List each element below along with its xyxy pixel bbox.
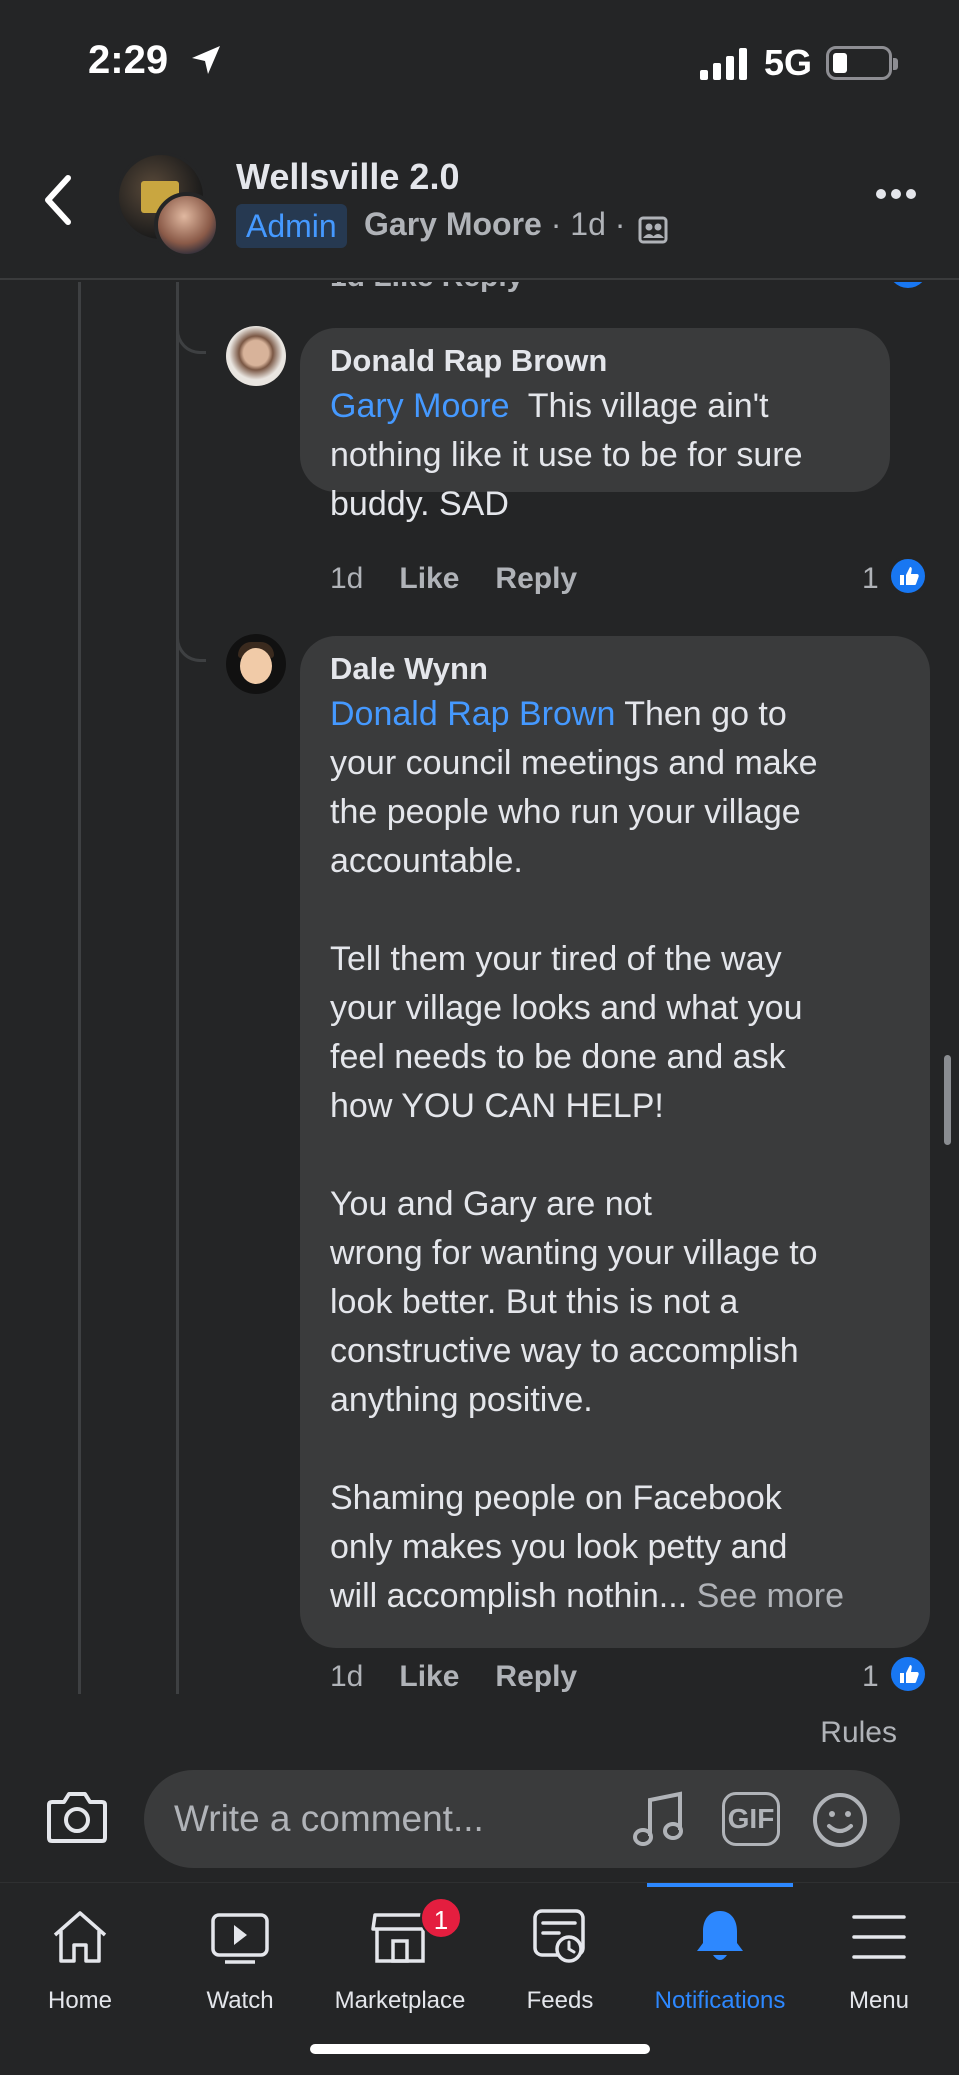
emoji-icon[interactable] — [812, 1792, 868, 1848]
previous-comment-actions: 1d Like Reply — [330, 282, 523, 294]
nav-label: Feeds — [526, 1987, 594, 2014]
more-options-icon[interactable] — [876, 186, 926, 212]
see-more-link[interactable]: See more — [697, 1577, 844, 1615]
nav-label: Notifications — [654, 1987, 786, 2014]
comment-bubble: Donald Rap Brown Gary Moore This village… — [300, 328, 890, 523]
home-icon — [53, 1911, 107, 1963]
rules-link[interactable]: Rules — [820, 1716, 897, 1750]
avatar[interactable] — [226, 634, 286, 694]
comment-time: 1d — [330, 1660, 364, 1693]
music-note-icon[interactable] — [632, 1790, 686, 1848]
nav-notifications[interactable]: Notifications — [640, 1883, 800, 2014]
post-header: Wellsville 2.0 Admin Gary Moore · 1d · — [0, 120, 959, 280]
battery-icon — [826, 46, 898, 80]
nav-menu[interactable]: Menu — [799, 1883, 959, 2014]
back-chevron-icon[interactable] — [36, 170, 80, 230]
nav-watch[interactable]: Watch — [160, 1883, 320, 2014]
previous-like-icon — [888, 282, 928, 288]
group-members-icon — [638, 216, 668, 244]
comment-mention[interactable]: Donald Rap Brown — [330, 695, 615, 733]
nav-label: Menu — [848, 1987, 910, 2014]
home-indicator — [310, 2044, 650, 2054]
like-reaction-icon[interactable] — [888, 556, 928, 596]
avatar[interactable] — [226, 326, 286, 386]
comment-author[interactable]: Dale Wynn — [330, 648, 900, 690]
like-reaction-icon[interactable] — [888, 1654, 928, 1694]
comment-actions: 1d Like Reply — [330, 1660, 613, 1694]
post-time: · 1d · — [541, 206, 626, 242]
nav-label: Watch — [206, 1987, 274, 2014]
thread-line — [78, 282, 81, 1694]
scrollbar[interactable] — [944, 1055, 951, 1145]
feeds-icon — [533, 1909, 585, 1963]
nav-label: Home — [47, 1987, 113, 2014]
comment-thread: 1d Like Reply Donald Rap Brown Gary Moor… — [0, 282, 959, 1694]
comment-body: Then go to your council meetings and mak… — [330, 695, 818, 1615]
post-meta: Gary Moore · 1d · — [364, 206, 625, 243]
status-time: 2:29 — [88, 38, 169, 82]
comment-actions: 1d Like Reply — [330, 562, 613, 596]
bell-icon — [697, 1911, 743, 1960]
network-type: 5G — [764, 42, 813, 83]
menu-icon — [852, 1915, 906, 1959]
post-author[interactable]: Gary Moore — [364, 206, 542, 242]
comment-bubble: Dale Wynn Donald Rap Brown Then go to yo… — [300, 636, 930, 1648]
like-button[interactable]: Like — [399, 562, 459, 595]
reply-connector — [176, 572, 206, 662]
reply-connector — [176, 282, 206, 354]
like-count: 1 — [862, 562, 879, 595]
nav-label: Marketplace — [334, 1987, 466, 2014]
author-avatar — [154, 192, 220, 258]
nav-home[interactable]: Home — [0, 1883, 160, 2014]
comment-input[interactable]: Write a comment... GIF — [144, 1770, 900, 1868]
comment-author[interactable]: Donald Rap Brown — [330, 340, 860, 382]
comment-text: Gary Moore This village ain't nothing li… — [330, 382, 860, 529]
camera-icon[interactable] — [46, 1788, 108, 1844]
like-count: 1 — [862, 1660, 879, 1693]
nav-marketplace[interactable]: 1 Marketplace — [320, 1883, 480, 2014]
nav-feeds[interactable]: Feeds — [480, 1883, 640, 2014]
reply-button[interactable]: Reply — [495, 562, 577, 595]
comment-placeholder: Write a comment... — [174, 1798, 484, 1839]
admin-badge: Admin — [236, 204, 347, 248]
comment-composer: Rules Write a comment... GIF — [0, 1696, 959, 1882]
comment-time: 1d — [330, 562, 364, 595]
group-avatar[interactable] — [116, 152, 226, 258]
comment-text: Donald Rap Brown Then go to your council… — [330, 690, 900, 1621]
reply-button[interactable]: Reply — [495, 1660, 577, 1693]
notification-badge: 1 — [420, 1897, 462, 1939]
status-bar: 2:29 5G — [0, 0, 959, 120]
watch-icon — [211, 1913, 269, 1964]
group-name[interactable]: Wellsville 2.0 — [236, 156, 459, 198]
location-arrow-icon — [192, 46, 220, 74]
comment-mention[interactable]: Gary Moore — [330, 387, 510, 425]
cellular-signal-icon — [700, 48, 747, 80]
gif-icon[interactable]: GIF — [722, 1792, 780, 1846]
reply-thread-line — [176, 282, 179, 1694]
like-button[interactable]: Like — [399, 1660, 459, 1693]
